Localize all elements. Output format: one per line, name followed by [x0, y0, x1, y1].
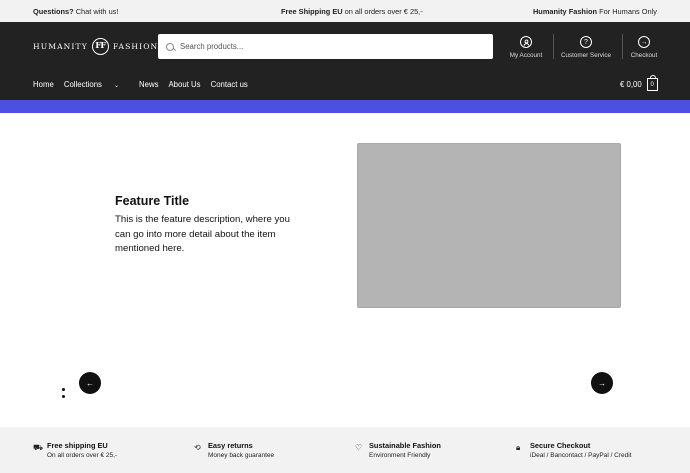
slider-next-button[interactable]: →: [591, 372, 613, 394]
topbar-questions[interactable]: Questions? Chat with us!: [33, 7, 118, 16]
nav-item-contact-us[interactable]: Contact us: [211, 80, 248, 89]
help-icon: ?: [580, 36, 592, 48]
customer-service-label: Customer Service: [560, 52, 612, 59]
checkout-link[interactable]: → Checkout: [627, 36, 661, 59]
cart-count: 0: [650, 81, 654, 88]
feature-image-placeholder: [357, 143, 621, 308]
search-input[interactable]: [180, 42, 480, 51]
usp-subtitle: On all orders over € 25,-: [47, 452, 118, 459]
topbar-questions-text: Chat with us!: [73, 7, 119, 16]
logo-right-text: FASHION: [112, 41, 159, 51]
feature-description: This is the feature description, where y…: [115, 214, 290, 254]
usp-title: Easy returns: [208, 441, 253, 450]
arrow-left-icon: ←: [86, 378, 94, 388]
my-account-link[interactable]: My Account: [506, 36, 546, 59]
truck-icon: ⛟: [33, 443, 44, 452]
search-icon: [166, 42, 174, 51]
user-icon: [520, 36, 532, 48]
usp-bar: ⛟ Free shipping EU On all orders over € …: [0, 427, 690, 473]
my-account-label: My Account: [509, 52, 543, 59]
usp-title: Sustainable Fashion: [369, 441, 441, 450]
cart-total: € 0,00: [620, 80, 642, 89]
top-bar: Questions? Chat with us! Free Shipping E…: [0, 0, 690, 22]
topbar-shipping-bold: Free Shipping EU: [281, 7, 343, 16]
heart-icon: ♡: [355, 443, 363, 452]
topbar-brand-bold: Humanity Fashion: [532, 7, 598, 16]
search-bar: [158, 34, 493, 59]
header-divider: [553, 34, 554, 59]
nav-item-about-us[interactable]: About Us: [168, 80, 200, 89]
usp-subtitle: Money back guarantee: [208, 452, 275, 459]
nav-item-home[interactable]: Home: [33, 80, 54, 89]
slider-pagination[interactable]: [62, 388, 66, 402]
slider-dot[interactable]: [62, 395, 65, 398]
returns-icon: ⟲: [194, 443, 201, 452]
chevron-down-icon: ⌄: [113, 83, 119, 89]
arrow-right-circle-icon: →: [638, 36, 650, 48]
cart-bag-icon: 0: [646, 75, 658, 91]
arrow-right-icon: →: [598, 378, 606, 388]
slider-dot[interactable]: [62, 388, 65, 391]
topbar-shipping-text: on all orders over € 25,-: [342, 7, 423, 16]
topbar-shipping: Free Shipping EU on all orders over € 25…: [281, 7, 423, 16]
main-nav: Home Collections ⌄ News About Us Contact …: [33, 80, 258, 89]
cart-button[interactable]: € 0,00 0: [620, 75, 658, 91]
customer-service-link[interactable]: ? Customer Service: [558, 36, 614, 59]
logo-left-text: HUMANITY: [33, 41, 88, 51]
usp-title: Free shipping EU: [47, 441, 108, 450]
site-header: HUMANITY FF FASHION My Account ? Custome…: [0, 22, 690, 100]
topbar-brand-text: For Humans Only: [597, 7, 657, 16]
header-divider: [622, 34, 623, 59]
nav-item-news[interactable]: News: [139, 80, 159, 89]
nav-item-collections[interactable]: Collections ⌄: [64, 80, 129, 89]
logo[interactable]: HUMANITY FF FASHION: [33, 36, 158, 56]
checkout-label: Checkout: [630, 52, 658, 59]
topbar-questions-bold: Questions?: [33, 7, 74, 16]
usp-subtitle: iDeal / Bancontact / PayPal / Credit: [530, 452, 632, 459]
feature-title: Feature Title: [115, 194, 190, 208]
slider-prev-button[interactable]: ←: [79, 372, 101, 394]
lock-icon: 🔒︎: [516, 443, 521, 452]
usp-subtitle: Environment Friendly: [369, 452, 431, 459]
accent-bar: [0, 100, 690, 113]
topbar-brand: Humanity Fashion For Humans Only: [533, 7, 657, 16]
nav-item-collections-label: Collections: [63, 80, 102, 89]
usp-title: Secure Checkout: [530, 441, 591, 450]
logo-mark: FF: [91, 37, 109, 55]
